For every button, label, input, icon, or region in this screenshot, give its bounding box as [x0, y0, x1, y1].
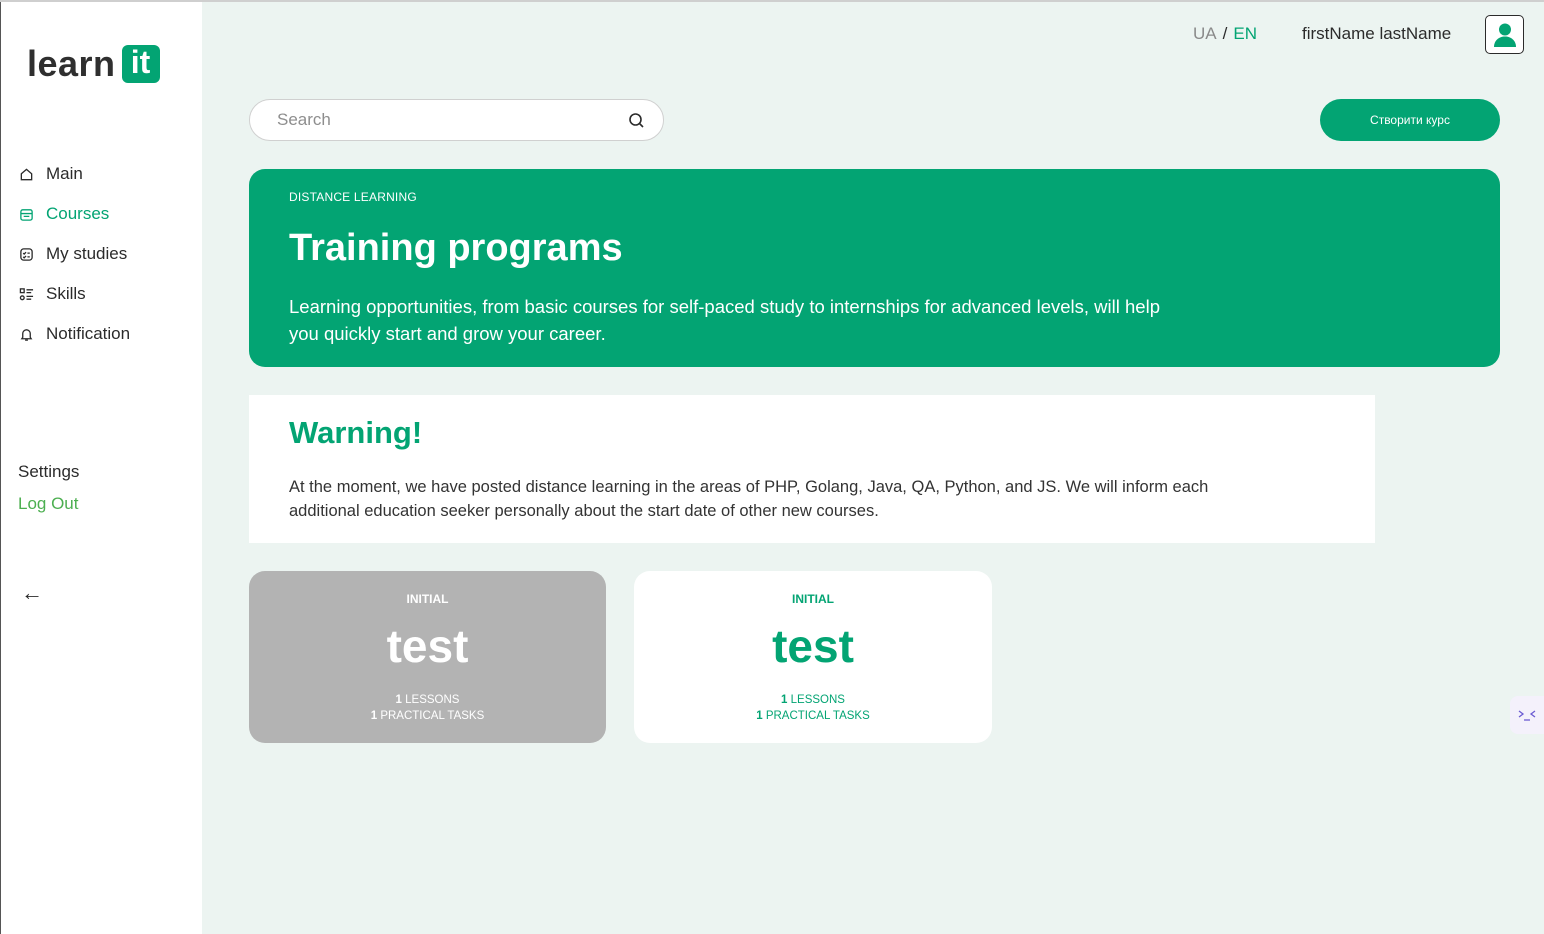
sidebar-item-label: Skills — [46, 284, 86, 303]
avatar[interactable] — [1485, 15, 1524, 54]
create-course-button[interactable]: Створити курс — [1320, 99, 1500, 141]
lessons-label: LESSONS — [405, 694, 460, 706]
lessons-count: 1 — [395, 694, 402, 706]
page-title: Training programs — [289, 227, 623, 269]
sidebar: learn it Main Courses My studies Skills … — [0, 2, 202, 934]
hero-eyebrow: DISTANCE LEARNING — [289, 190, 417, 204]
course-title: test — [386, 620, 469, 672]
sidebar-item-label: Notification — [46, 324, 131, 343]
tasks-label: PRACTICAL TASKS — [380, 710, 485, 722]
lessons-count: 1 — [781, 694, 788, 706]
warning-panel: Warning! At the moment, we have posted d… — [249, 395, 1375, 543]
warning-text: At the moment, we have posted distance l… — [289, 478, 1209, 520]
sidebar-item-label: My studies — [46, 244, 128, 263]
user-name[interactable]: firstName lastName — [1302, 24, 1451, 44]
course-title: test — [772, 620, 854, 672]
search-icon[interactable] — [628, 112, 645, 134]
hero-banner: DISTANCE LEARNING Training programs Lear… — [249, 169, 1500, 367]
sidebar-item-main[interactable]: Main — [17, 154, 130, 194]
collapse-sidebar-icon[interactable]: ← — [21, 580, 43, 606]
course-card[interactable]: INITIAL test 1 LESSONS 1 PRACTICAL TASKS — [634, 571, 992, 743]
course-level: INITIAL — [406, 592, 449, 606]
list-icon — [17, 285, 35, 303]
tasks-count: 1 — [756, 710, 763, 722]
logo-text: learn — [27, 43, 116, 84]
lang-separator: / — [1222, 24, 1228, 43]
home-icon — [17, 165, 35, 183]
tasks-count: 1 — [370, 710, 378, 722]
course-card[interactable]: INITIAL test 1 LESSONS 1 PRACTICAL TASKS — [249, 571, 606, 743]
lessons-label: LESSONS — [790, 694, 845, 706]
sidebar-item-my-studies[interactable]: My studies — [17, 234, 130, 274]
lang-en[interactable]: EN — [1233, 24, 1257, 43]
chat-widget-icon — [1518, 710, 1536, 721]
settings-link[interactable]: Settings — [18, 462, 79, 482]
course-level: INITIAL — [792, 592, 834, 606]
warning-title: Warning! — [289, 415, 423, 450]
language-switcher: UA / EN — [1193, 24, 1257, 44]
sidebar-item-skills[interactable]: Skills — [17, 274, 130, 314]
logo[interactable]: learn it — [27, 44, 160, 84]
hero-description: Learning opportunities, from basic cours… — [289, 296, 1160, 344]
search-input[interactable] — [277, 109, 617, 131]
bell-icon — [17, 325, 35, 343]
course-meta: 1 LESSONS 1 PRACTICAL TASKS — [634, 692, 992, 724]
sidebar-item-notification[interactable]: Notification — [17, 314, 130, 354]
user-icon — [1493, 23, 1516, 47]
sidebar-nav: Main Courses My studies Skills Notificat… — [17, 154, 130, 354]
window-top-border — [0, 0, 1544, 2]
tasks-label: PRACTICAL TASKS — [765, 710, 870, 722]
extension-widget[interactable] — [1510, 696, 1544, 734]
sidebar-item-label: Courses — [46, 204, 110, 223]
lang-ua[interactable]: UA — [1193, 24, 1217, 43]
sidebar-item-courses[interactable]: Courses — [17, 194, 130, 234]
logo-badge: it — [121, 44, 160, 83]
search-bar — [249, 99, 664, 141]
sidebar-item-label: Main — [46, 164, 83, 183]
course-meta: 1 LESSONS 1 PRACTICAL TASKS — [249, 692, 606, 724]
logout-link[interactable]: Log Out — [18, 494, 79, 514]
folder-icon — [17, 205, 35, 223]
checklist-icon — [17, 245, 35, 263]
